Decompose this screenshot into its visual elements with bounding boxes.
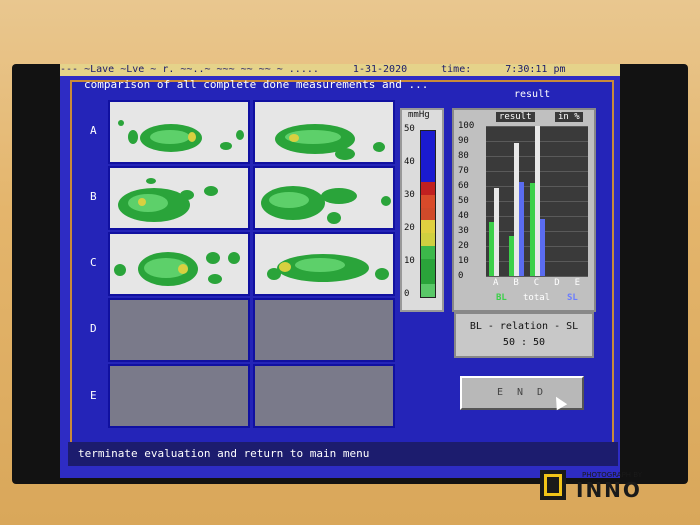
- bar-total-a: [494, 187, 499, 276]
- status-bar: terminate evaluation and return to main …: [68, 442, 618, 466]
- result-y-tick: 20: [458, 241, 469, 251]
- scale-tick-50: 50: [404, 124, 415, 134]
- time-label: time:: [441, 64, 472, 75]
- scale-tick-20: 20: [404, 223, 415, 233]
- bar-sl-c: [539, 219, 545, 276]
- result-category-label: E: [574, 278, 581, 288]
- result-chart-unit: in %: [555, 112, 583, 122]
- result-category-label: B: [513, 278, 519, 288]
- scale-segment: [421, 245, 435, 260]
- scale-segment: [421, 156, 435, 170]
- scale-segment: [421, 284, 435, 298]
- bar-sl-b: [519, 181, 525, 276]
- title-bar: --- ~Lave ~Lve ~ r. ~~..~ ~~~ ~~ ~~ ~ ..…: [60, 64, 620, 76]
- result-y-tick: 30: [458, 226, 469, 236]
- pressure-map-d-left[interactable]: [108, 298, 250, 362]
- date-text: 1-31-2020: [352, 64, 408, 75]
- pressure-map-c-right[interactable]: [253, 232, 395, 296]
- pressure-color-scale: [420, 130, 436, 298]
- page-title: comparison of all complete done measurem…: [84, 78, 429, 91]
- legend-total: total: [523, 293, 551, 303]
- row-label-d: D: [90, 322, 97, 335]
- legend-bl: BL: [496, 293, 507, 303]
- pressure-map-b-right[interactable]: [253, 166, 395, 230]
- result-y-tick: 60: [458, 181, 469, 191]
- scale-segment: [421, 233, 435, 247]
- relation-panel: BL - relation - SL 50 : 50: [454, 312, 594, 358]
- result-chart-title: result: [496, 112, 535, 122]
- scale-segment: [421, 271, 435, 285]
- result-header: result: [514, 89, 551, 100]
- grid-line: [486, 276, 588, 277]
- relation-value: 50 : 50: [502, 337, 546, 348]
- scale-segment: [421, 143, 435, 158]
- row-label-a: A: [90, 124, 97, 137]
- row-label-c: C: [90, 256, 97, 269]
- result-category-label: A: [493, 278, 499, 288]
- result-y-tick: 10: [458, 256, 469, 266]
- scale-segment: [421, 182, 435, 196]
- row-label-b: B: [90, 190, 97, 203]
- scale-segment: [421, 258, 435, 272]
- pressure-map-e-left[interactable]: [108, 364, 250, 428]
- relation-label: BL - relation - SL: [469, 321, 579, 332]
- scale-unit: mmHg: [408, 110, 430, 120]
- scale-segment: [421, 220, 435, 234]
- watermark-logo-icon: [544, 474, 562, 496]
- scale-segment: [421, 207, 435, 221]
- pressure-map-a-left[interactable]: [108, 100, 250, 164]
- title-bar-text: --- ~Lave ~Lve ~ r. ~~..~ ~~~ ~~ ~~ ~ ..…: [60, 64, 319, 75]
- pressure-map-d-right[interactable]: [253, 298, 395, 362]
- result-y-tick: 100: [458, 121, 475, 131]
- pressure-map-c-left[interactable]: [108, 232, 250, 296]
- result-y-tick: 80: [458, 151, 469, 161]
- result-bar-chart: [486, 126, 588, 277]
- pressure-map-b-left[interactable]: [108, 166, 250, 230]
- scale-tick-40: 40: [404, 157, 415, 167]
- legend-sl: SL: [567, 293, 578, 303]
- scale-segment: [421, 194, 435, 209]
- result-y-tick: 90: [458, 136, 469, 146]
- result-y-tick: 50: [458, 196, 469, 206]
- result-y-tick: 70: [458, 166, 469, 176]
- result-y-tick: 40: [458, 211, 469, 221]
- result-category-label: C: [533, 278, 540, 288]
- result-category-label: D: [554, 278, 560, 288]
- scale-segment: [421, 131, 435, 145]
- result-y-tick: 0: [458, 271, 464, 281]
- scale-tick-10: 10: [404, 256, 415, 266]
- watermark-brand: INNO: [576, 478, 642, 502]
- scale-tick-30: 30: [404, 190, 415, 200]
- pressure-map-a-right[interactable]: [253, 100, 395, 164]
- scale-tick-0: 0: [404, 289, 410, 299]
- time-value: 7:30:11 pm: [505, 64, 566, 75]
- row-label-e: E: [90, 389, 97, 402]
- scale-segment: [421, 169, 435, 183]
- pressure-map-e-right[interactable]: [253, 364, 395, 428]
